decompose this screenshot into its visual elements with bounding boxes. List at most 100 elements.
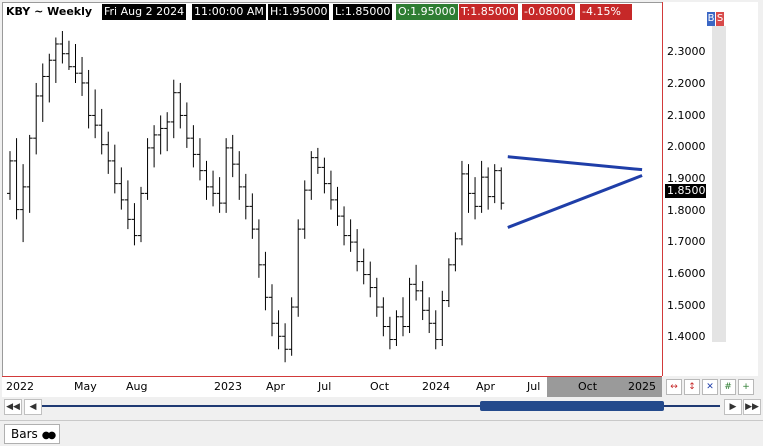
ohlc-bar [314, 147, 321, 174]
crosshair-icon[interactable]: + [738, 379, 754, 395]
ohlc-bar [20, 164, 27, 243]
ohlc-bar [236, 151, 243, 200]
ohlc-bar [111, 144, 118, 194]
ohlc-bar [269, 284, 275, 337]
x-tick: Apr [476, 380, 496, 393]
bottom-bar: Bars ●● [0, 420, 763, 446]
y-tick: 2.2000 [667, 77, 706, 90]
scroll-thumb[interactable] [480, 401, 664, 411]
bars-tab-label: Bars [11, 427, 38, 441]
ohlc-bar [354, 229, 361, 272]
ohlc-bar [478, 160, 485, 213]
horizontal-scrollbar: ◀◀ ◀ ▶ ▶▶ [0, 398, 763, 416]
ohlc-bar [334, 186, 341, 226]
y-tick: 1.5000 [667, 299, 706, 312]
change-label: -0.08000 [522, 4, 576, 20]
zoom-v-icon[interactable]: ↕ [684, 379, 700, 395]
scroll-left-button[interactable]: ◀ [24, 399, 42, 415]
ohlc-bar [131, 203, 138, 246]
ohlc-bar [98, 108, 105, 155]
ohlc-bar [196, 138, 203, 181]
ohlc-bar [59, 30, 66, 64]
ohlc-bar [144, 138, 151, 200]
ohlc-bar [360, 248, 367, 285]
sell-button[interactable]: S [716, 12, 724, 26]
high-label: H:1.95000 [268, 4, 330, 20]
ohlc-bar [465, 164, 472, 213]
ohlc-bar [39, 63, 46, 122]
ohlc-bar [367, 261, 374, 298]
y-tick: 1.8000 [667, 204, 706, 217]
x-tick: 2022 [6, 380, 34, 393]
buy-button[interactable]: B [707, 12, 715, 26]
x-tick: Aug [126, 380, 148, 393]
x-tick: Oct [578, 380, 598, 393]
symbol-period-label: KBY ~ Weekly [4, 4, 95, 20]
ohlc-bar [432, 310, 439, 350]
ohlc-bar [65, 40, 72, 70]
ohlc-bar [170, 79, 177, 139]
ohlc-bar [498, 167, 505, 210]
y-tick: 1.6000 [667, 267, 706, 280]
ohlc-bar [46, 53, 53, 103]
ohlc-bar [288, 297, 295, 356]
ohlc-bar [79, 56, 86, 96]
close-label: T:1.85000 [459, 4, 518, 20]
x-tick: Apr [266, 380, 286, 393]
ohlc-bar [282, 323, 289, 363]
ohlc-bar [393, 310, 400, 347]
ohlc-bar [26, 134, 33, 213]
bars-tab[interactable]: Bars ●● [4, 424, 61, 444]
x-tick: 2024 [422, 380, 450, 393]
ohlc-bar [13, 138, 20, 220]
scroll-right-button[interactable]: ▶ [724, 399, 742, 415]
y-tick: 2.1000 [667, 109, 706, 122]
vertical-scrollbar[interactable] [712, 26, 726, 342]
zoom-all-icon[interactable]: ✕ [702, 379, 718, 395]
y-tick: 2.0000 [667, 140, 706, 153]
ohlc-bar [183, 102, 190, 148]
ohlc-bar [255, 219, 262, 278]
ohlc-bar [124, 180, 131, 230]
ohlc-bar [341, 206, 348, 246]
ohlc-bar [216, 177, 223, 213]
ohlc-bar [210, 170, 217, 207]
open-label: O:1.95000 [396, 4, 458, 20]
ohlc-bar [491, 164, 498, 204]
ohlc-bar [151, 125, 158, 168]
price-axis[interactable]: 2.3000 2.2000 2.1000 2.0000 1.9000 1.800… [662, 2, 708, 376]
last-price-marker: 1.8500 [665, 184, 708, 198]
trendline-lower [507, 174, 643, 229]
zoom-h-icon[interactable]: ↔ [666, 379, 682, 395]
ohlc-bar [85, 69, 92, 129]
price-chart-svg[interactable] [0, 0, 662, 376]
x-tick: May [74, 380, 97, 393]
ohlc-bar [485, 167, 492, 210]
time-axis[interactable]: 2022 May Aug 2023 Apr Jul Oct 2024 Apr J… [2, 376, 662, 397]
ohlc-bar [242, 173, 249, 220]
ohlc-bar [445, 258, 452, 308]
ohlc-bar [7, 151, 13, 200]
y-tick: 2.3000 [667, 45, 706, 58]
ohlc-bar [118, 167, 125, 210]
scroll-end-button[interactable]: ▶▶ [743, 399, 761, 415]
date-label: Fri Aug 2 2024 [102, 4, 187, 20]
ohlc-bar [157, 115, 164, 155]
ohlc-bar [138, 186, 144, 243]
ohlc-bar [406, 277, 413, 334]
x-tick: Jul [318, 380, 332, 393]
bars-dots-icon: ●● [41, 430, 57, 441]
ohlc-bar [400, 297, 406, 337]
ohlc-bar [321, 157, 328, 194]
ohlc-bar [275, 310, 282, 350]
ohlc-bar [373, 277, 380, 317]
scroll-start-button[interactable]: ◀◀ [4, 399, 22, 415]
ohlc-bar [203, 160, 210, 200]
grid-icon[interactable]: # [720, 379, 736, 395]
change-pct-label: -4.15% [580, 4, 632, 20]
ohlc-bar [229, 134, 236, 178]
ohlc-bar [72, 43, 79, 83]
ohlc-bar [52, 37, 59, 83]
x-tick: 2023 [214, 380, 242, 393]
x-tick: 2025 [628, 380, 656, 393]
